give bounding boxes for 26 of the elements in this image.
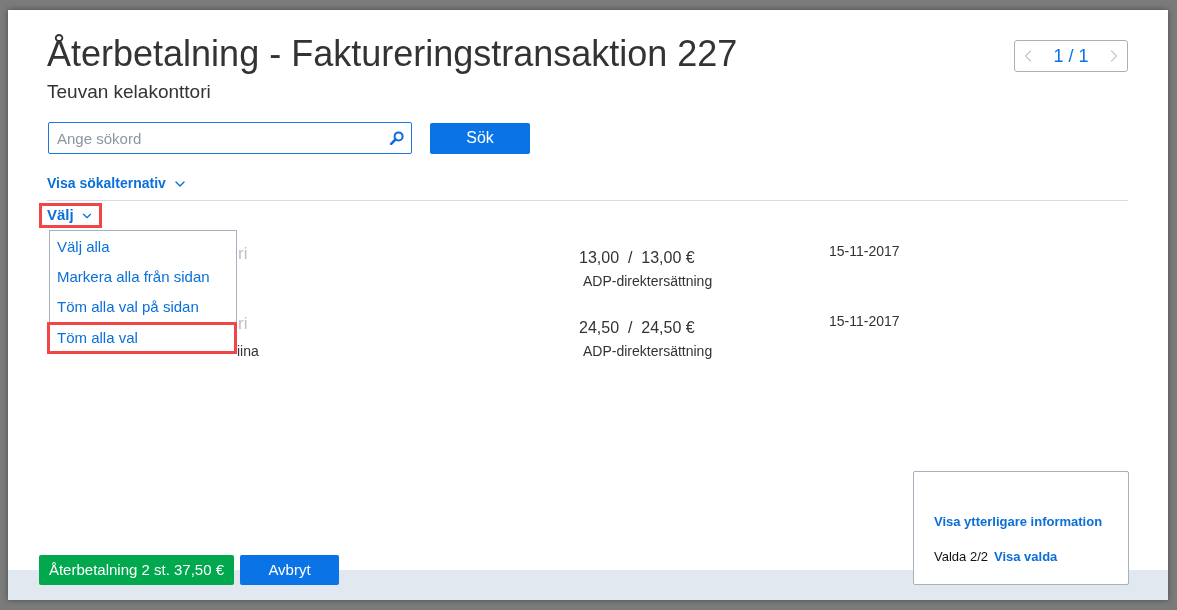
date: 15-11-2017 — [829, 242, 900, 260]
date: 15-11-2017 — [829, 312, 900, 330]
search-icon — [390, 131, 404, 145]
patient-detail: iina — [237, 342, 259, 360]
menu-item[interactable]: Välj alla — [50, 232, 236, 262]
selected-count: Valda 2/2 — [934, 547, 988, 566]
show-selected-link[interactable]: Visa valda — [993, 546, 1058, 566]
amount: 24,50 / 24,50 € — [579, 318, 695, 338]
menu-item[interactable]: Töm alla val — [47, 322, 237, 354]
amount: 13,00 / 13,00 € — [579, 248, 695, 268]
refund-button[interactable]: Återbetalning 2 st. 37,50 € — [39, 555, 234, 585]
dialog-subtitle: Teuvan kelakonttori — [47, 80, 211, 104]
dialog-title: Återbetalning - Faktureringstransaktion 227 — [47, 32, 738, 76]
search-field[interactable]: Ange sökord — [48, 122, 412, 154]
search-button[interactable]: Sök — [430, 122, 530, 154]
reimbursement-type: ADP-direktersättning — [583, 272, 713, 290]
reimbursement-type: ADP-direktersättning — [583, 342, 713, 360]
menu-item[interactable]: Markera alla från sidan — [50, 262, 236, 292]
patient-name: ri — [238, 314, 248, 334]
page-indicator: 1 / 1 — [1053, 44, 1089, 68]
patient-name: ri — [238, 244, 248, 264]
search-options-link[interactable]: Visa sökalternativ — [47, 173, 188, 194]
select-dropdown[interactable]: Välj — [39, 203, 102, 228]
cancel-button[interactable]: Avbryt — [240, 555, 339, 585]
menu-item[interactable]: Töm alla val på sidan — [50, 292, 236, 322]
more-info-link[interactable]: Visa ytterligare information — [934, 512, 1103, 532]
